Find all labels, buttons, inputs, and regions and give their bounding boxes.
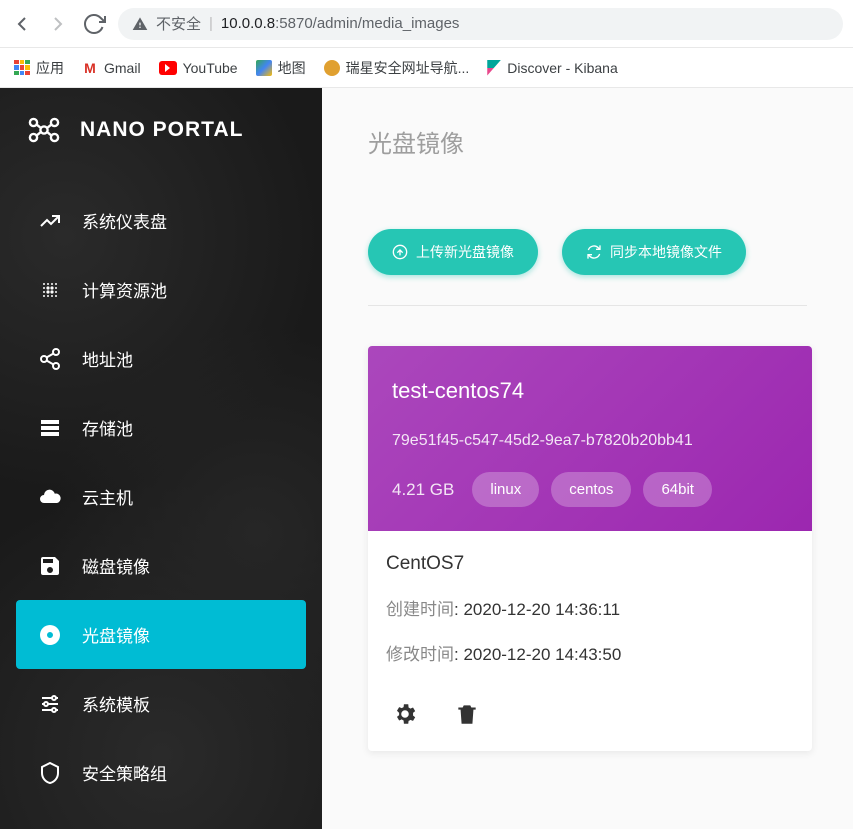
tag-chip: 64bit bbox=[643, 472, 712, 507]
tag-chip: centos bbox=[551, 472, 631, 507]
sidebar-item-security[interactable]: 安全策略组 bbox=[16, 738, 306, 807]
sidebar-item-storage-pool[interactable]: 存储池 bbox=[16, 393, 306, 462]
sidebar-item-cd-image[interactable]: 光盘镜像 bbox=[16, 600, 306, 669]
tune-icon bbox=[38, 692, 62, 716]
sidebar-item-label: 计算资源池 bbox=[82, 277, 167, 302]
created-line: 创建时间: 2020-12-20 14:36:11 bbox=[386, 595, 794, 620]
tag-chip: linux bbox=[472, 472, 539, 507]
maps-icon bbox=[256, 60, 272, 76]
back-button[interactable] bbox=[10, 12, 34, 36]
action-row: 上传新光盘镜像 同步本地镜像文件 bbox=[368, 229, 807, 306]
sidebar-item-dashboard[interactable]: 系统仪表盘 bbox=[16, 186, 306, 255]
youtube-icon bbox=[159, 61, 177, 75]
sidebar-item-vm[interactable]: 云主机 bbox=[16, 462, 306, 531]
image-card: test-centos74 79e51f45-c547-45d2-9ea7-b7… bbox=[368, 346, 812, 751]
kibana-icon bbox=[487, 60, 501, 76]
sidebar-item-label: 磁盘镜像 bbox=[82, 553, 150, 578]
modified-line: 修改时间: 2020-12-20 14:43:50 bbox=[386, 640, 794, 665]
cloud-icon bbox=[38, 485, 62, 509]
bookmarks-bar: 应用 M Gmail YouTube 地图 瑞星安全网址导航... Discov… bbox=[0, 48, 853, 88]
share-icon bbox=[38, 347, 62, 371]
address-bar[interactable]: 不安全 | 10.0.0.8:5870/admin/media_images bbox=[118, 8, 843, 40]
sync-icon bbox=[586, 244, 602, 260]
sidebar-item-disk-image[interactable]: 磁盘镜像 bbox=[16, 531, 306, 600]
sidebar-item-label: 系统仪表盘 bbox=[82, 208, 167, 233]
sidebar-item-address-pool[interactable]: 地址池 bbox=[16, 324, 306, 393]
sidebar-item-label: 安全策略组 bbox=[82, 760, 167, 785]
card-footer bbox=[368, 695, 812, 751]
storage-icon bbox=[38, 416, 62, 440]
brand[interactable]: NANO PORTAL bbox=[0, 88, 322, 172]
shield-icon bbox=[38, 761, 62, 785]
insecure-label: 不安全 bbox=[156, 13, 201, 34]
brand-title: NANO PORTAL bbox=[80, 118, 243, 142]
page-title: 光盘镜像 bbox=[368, 124, 807, 159]
bookmark-apps[interactable]: 应用 bbox=[14, 58, 64, 78]
browser-nav-bar: 不安全 | 10.0.0.8:5870/admin/media_images bbox=[0, 0, 853, 48]
reload-button[interactable] bbox=[82, 12, 106, 36]
main-content: 光盘镜像 上传新光盘镜像 同步本地镜像文件 test-centos74 79e5… bbox=[322, 88, 853, 829]
card-header: test-centos74 79e51f45-c547-45d2-9ea7-b7… bbox=[368, 346, 812, 531]
url: 10.0.0.8:5870/admin/media_images bbox=[221, 15, 460, 32]
sidebar: NANO PORTAL 系统仪表盘 计算资源池 bbox=[0, 88, 322, 829]
card-os: CentOS7 bbox=[386, 553, 794, 575]
blur-icon bbox=[38, 278, 62, 302]
bookmark-maps[interactable]: 地图 bbox=[256, 58, 306, 78]
card-size: 4.21 GB bbox=[392, 480, 454, 500]
forward-button[interactable] bbox=[46, 12, 70, 36]
apps-icon bbox=[14, 60, 30, 76]
card-title: test-centos74 bbox=[392, 378, 788, 404]
insecure-icon bbox=[132, 16, 148, 32]
gmail-icon: M bbox=[82, 60, 98, 76]
security-icon bbox=[324, 60, 340, 76]
save-icon bbox=[38, 554, 62, 578]
bookmark-kibana[interactable]: Discover - Kibana bbox=[487, 60, 618, 76]
sync-button[interactable]: 同步本地镜像文件 bbox=[562, 229, 746, 275]
card-uuid: 79e51f45-c547-45d2-9ea7-b7820b20bb41 bbox=[392, 432, 788, 450]
delete-button[interactable] bbox=[454, 701, 480, 727]
sidebar-item-template[interactable]: 系统模板 bbox=[16, 669, 306, 738]
settings-button[interactable] bbox=[392, 701, 418, 727]
bookmark-gmail[interactable]: M Gmail bbox=[82, 60, 141, 76]
bookmark-ruixing[interactable]: 瑞星安全网址导航... bbox=[324, 58, 470, 78]
sidebar-item-label: 系统模板 bbox=[82, 691, 150, 716]
sidebar-item-label: 云主机 bbox=[82, 484, 133, 509]
upload-icon bbox=[392, 244, 408, 260]
sidebar-item-compute[interactable]: 计算资源池 bbox=[16, 255, 306, 324]
bookmark-youtube[interactable]: YouTube bbox=[159, 60, 238, 76]
brand-icon bbox=[26, 112, 62, 148]
dashboard-icon bbox=[38, 209, 62, 233]
sidebar-item-label: 光盘镜像 bbox=[82, 622, 150, 647]
sidebar-item-label: 存储池 bbox=[82, 415, 133, 440]
disc-icon bbox=[38, 623, 62, 647]
sidebar-item-label: 地址池 bbox=[82, 346, 133, 371]
upload-button[interactable]: 上传新光盘镜像 bbox=[368, 229, 538, 275]
